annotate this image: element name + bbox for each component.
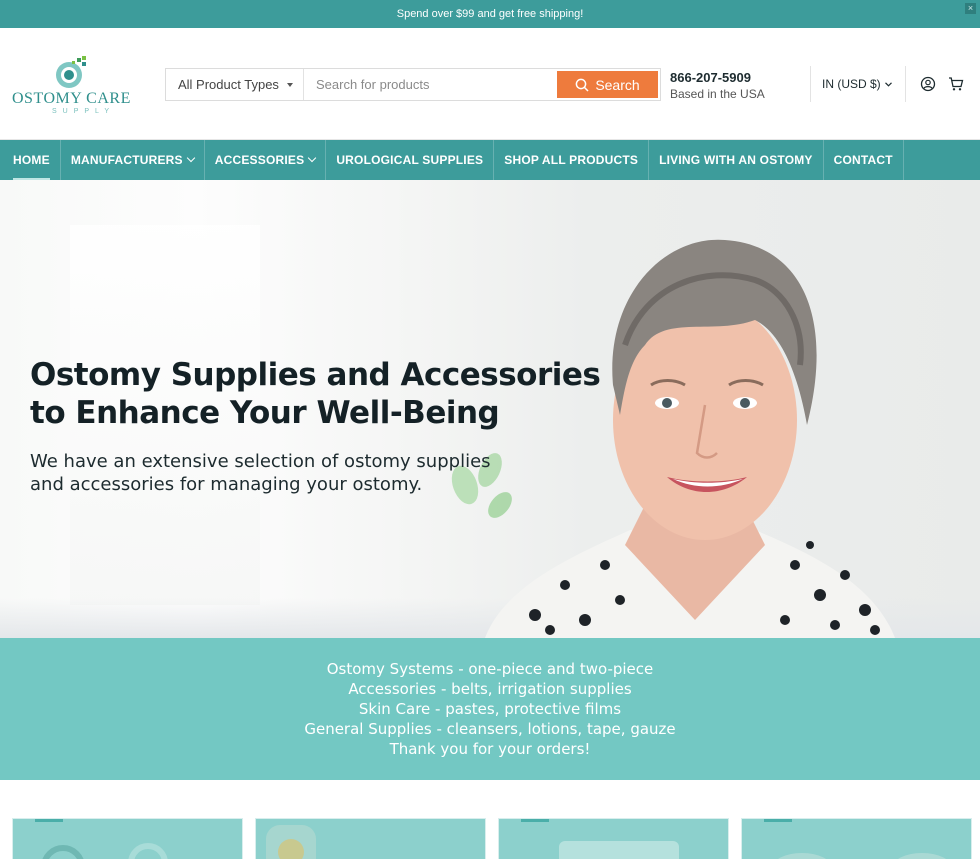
cart-icon[interactable] — [948, 76, 964, 92]
chevron-down-icon — [308, 153, 317, 163]
logo-mark-icon — [56, 56, 86, 88]
search-button[interactable]: Search — [557, 71, 658, 98]
nav-item-label: CONTACT — [833, 153, 893, 167]
currency-label: IN (USD $) — [822, 77, 881, 91]
card-accent — [35, 819, 63, 822]
nav-item-label: SHOP ALL PRODUCTS — [504, 153, 639, 167]
nav-item-shop-all-products[interactable]: SHOP ALL PRODUCTS — [494, 140, 650, 180]
phone-number[interactable]: 866-207-5909 — [670, 70, 765, 85]
product-type-select[interactable]: All Product Types — [166, 69, 304, 100]
header-divider — [905, 66, 906, 102]
account-icon[interactable] — [920, 76, 936, 92]
search-bar: All Product Types Search — [165, 68, 661, 101]
product-image — [772, 853, 832, 859]
logo-name: OSTOMY CARE — [12, 90, 131, 107]
product-card[interactable] — [12, 818, 243, 859]
chevron-down-icon — [186, 153, 195, 163]
hero-banner: Ostomy Supplies and Accessories to Enhan… — [0, 180, 980, 638]
chevron-down-icon — [884, 81, 892, 87]
product-type-label: All Product Types — [178, 77, 279, 92]
nav-item-label: ACCESSORIES — [214, 153, 305, 167]
product-image — [41, 845, 85, 859]
nav-item-manufacturers[interactable]: MANUFACTURERS — [61, 140, 205, 180]
location-note: Based in the USA — [670, 87, 765, 101]
close-icon[interactable]: × — [965, 3, 976, 14]
nav-item-contact[interactable]: CONTACT — [824, 140, 904, 180]
search-input[interactable] — [304, 69, 557, 100]
card-accent — [521, 819, 549, 822]
band-line: General Supplies - cleansers, lotions, t… — [304, 720, 676, 738]
band-line: Accessories - belts, irrigation supplies — [348, 680, 632, 698]
product-image — [892, 853, 952, 859]
product-card[interactable] — [741, 818, 972, 859]
nav-item-living-with-an-ostomy[interactable]: LIVING WITH AN OSTOMY — [649, 140, 824, 180]
main-nav: HOME MANUFACTURERS ACCESSORIES UROLOGICA… — [0, 140, 980, 180]
hero-photo-woman — [485, 239, 895, 638]
product-image — [559, 841, 679, 859]
site-logo[interactable]: OSTOMY CARE SUPPLY — [12, 54, 132, 120]
nav-item-urological-supplies[interactable]: UROLOGICAL SUPPLIES — [326, 140, 495, 180]
category-band: Ostomy Systems - one-piece and two-piece… — [0, 638, 980, 780]
product-image — [278, 839, 304, 859]
announcement-text: Spend over $99 and get free shipping! — [396, 8, 584, 20]
nav-item-accessories[interactable]: ACCESSORIES — [205, 140, 327, 180]
search-button-label: Search — [595, 76, 640, 93]
nav-item-label: HOME — [13, 153, 50, 167]
currency-selector[interactable]: IN (USD $) — [822, 77, 892, 91]
product-card-row — [12, 818, 972, 859]
contact-info: 866-207-5909 Based in the USA — [670, 70, 765, 101]
nav-item-label: LIVING WITH AN OSTOMY — [659, 153, 813, 167]
search-icon — [575, 78, 589, 92]
announcement-bar: Spend over $99 and get free shipping! × — [0, 0, 980, 28]
site-header: OSTOMY CARE SUPPLY All Product Types Sea… — [0, 28, 980, 140]
product-card[interactable] — [498, 818, 729, 859]
nav-item-label: MANUFACTURERS — [70, 153, 183, 167]
logo-tagline: SUPPLY — [52, 108, 116, 115]
nav-item-label: UROLOGICAL SUPPLIES — [336, 153, 484, 167]
band-line: Skin Care - pastes, protective films — [358, 700, 622, 718]
product-image — [128, 843, 168, 859]
caret-down-icon — [287, 83, 293, 87]
hero-subtitle: We have an extensive selection of ostomy… — [30, 451, 491, 495]
header-divider — [810, 66, 811, 102]
band-line: Thank you for your orders! — [389, 740, 591, 758]
card-accent — [764, 819, 792, 822]
product-card[interactable] — [255, 818, 486, 859]
nav-item-home[interactable]: HOME — [3, 140, 61, 180]
band-line: Ostomy Systems - one-piece and two-piece — [326, 660, 654, 678]
